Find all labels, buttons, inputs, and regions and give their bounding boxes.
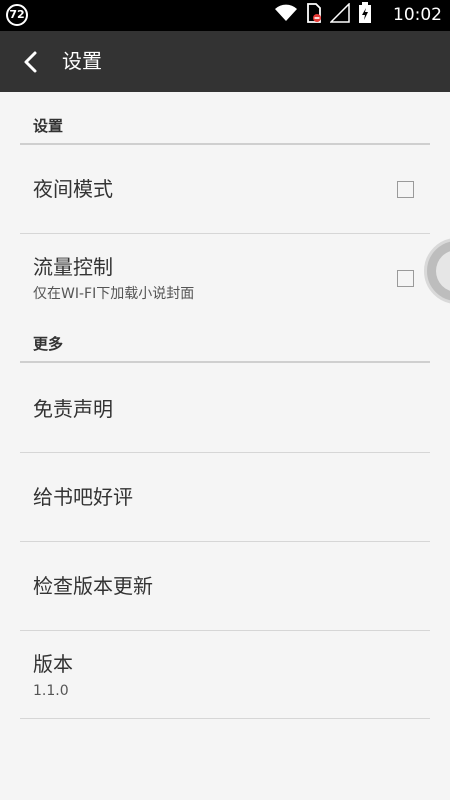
signal-icon [329, 2, 350, 27]
row-subtitle: 仅在WI-FI下加载小说封面 [33, 286, 195, 302]
row-title: 检查版本更新 [33, 574, 153, 598]
sim-card-icon [306, 3, 322, 27]
night-mode-checkbox[interactable] [397, 181, 414, 198]
back-arrow-icon [24, 51, 37, 73]
row-disclaimer[interactable]: 免责声明 [20, 363, 430, 452]
notification-badge: 72 [6, 4, 28, 26]
section-header-settings: 设置 [33, 117, 64, 135]
back-button[interactable] [14, 45, 48, 79]
battery-charging-icon [358, 2, 372, 28]
section-header-more: 更多 [33, 335, 64, 353]
row-data-control[interactable]: 流量控制 仅在WI-FI下加载小说封面 [20, 234, 430, 324]
row-divider [20, 718, 430, 719]
wifi-icon [274, 4, 298, 26]
data-control-checkbox[interactable] [397, 270, 414, 287]
row-night-mode[interactable]: 夜间模式 [20, 145, 430, 233]
status-icons [274, 2, 372, 28]
floating-button-inner [436, 250, 450, 292]
version-value: 1.1.0 [33, 683, 69, 699]
row-version[interactable]: 版本 1.1.0 [20, 631, 430, 718]
settings-screen: 72 10:02 设置 设置 夜间模式 流量控制 仅在WI-FI下加载小说封面 … [0, 0, 450, 800]
row-title: 版本 [33, 652, 73, 676]
row-rate-app[interactable]: 给书吧好评 [20, 453, 430, 541]
app-bar: 设置 [0, 31, 450, 92]
status-bar: 72 10:02 [0, 0, 450, 31]
row-check-update[interactable]: 检查版本更新 [20, 542, 430, 630]
row-title: 免责声明 [33, 397, 113, 421]
page-title: 设置 [62, 49, 102, 73]
row-title: 夜间模式 [33, 177, 113, 201]
row-title: 给书吧好评 [33, 485, 133, 509]
clock: 10:02 [393, 5, 442, 25]
row-title: 流量控制 [33, 255, 113, 279]
